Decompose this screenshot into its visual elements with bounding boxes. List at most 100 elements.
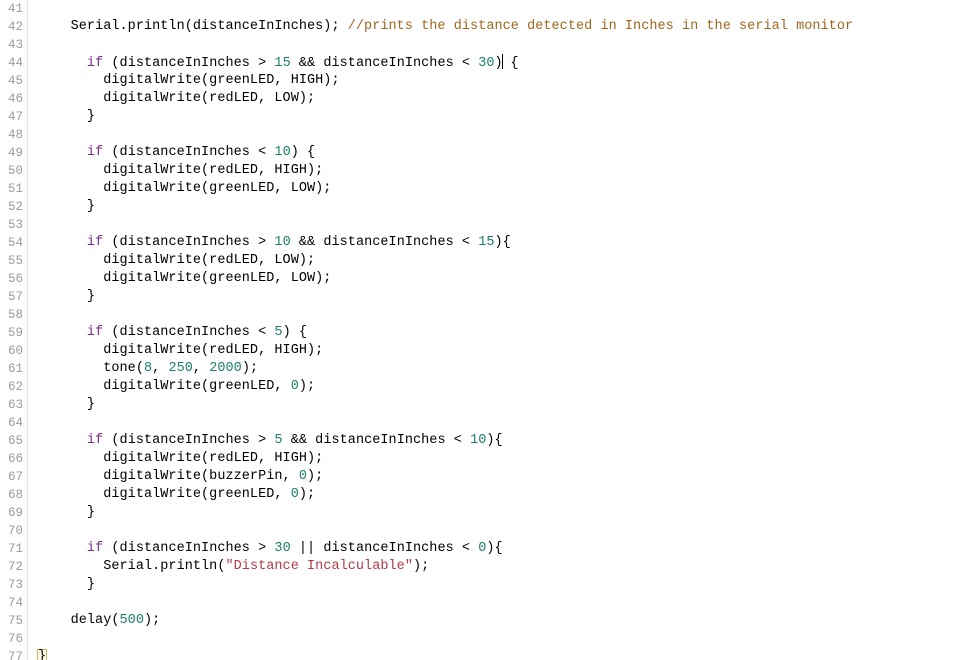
- code-token-keyword: if: [86, 433, 104, 448]
- code-line[interactable]: digitalWrite(greenLED, LOW);: [29, 270, 977, 288]
- code-line[interactable]: if (distanceInInches < 10) {: [29, 144, 977, 162]
- line-number: 41: [7, 2, 23, 16]
- code-token-plain: ,: [152, 361, 169, 376]
- code-token-plain: }: [38, 397, 96, 412]
- line-number: 72: [7, 560, 23, 574]
- code-line[interactable]: delay(500);: [29, 612, 977, 630]
- code-line[interactable]: digitalWrite(greenLED, HIGH);: [29, 72, 977, 90]
- code-token-keyword: if: [86, 541, 104, 556]
- code-token-plain: digitalWrite(redLED, LOW);: [38, 253, 316, 268]
- code-line[interactable]: if (distanceInInches > 15 && distanceInI…: [29, 54, 977, 72]
- line-number: 49: [7, 146, 23, 160]
- line-number: 50: [7, 164, 23, 178]
- line-number: 71: [7, 542, 23, 556]
- code-token-comment: //prints the distance detected in Inches…: [347, 19, 854, 34]
- code-line[interactable]: [29, 522, 977, 540]
- code-token-plain: (distanceInInches >: [103, 541, 275, 556]
- code-token-plain: && distanceInInches <: [282, 433, 471, 448]
- code-line[interactable]: [29, 414, 977, 432]
- code-line[interactable]: [29, 630, 977, 648]
- line-number: 47: [7, 110, 23, 124]
- code-token-plain: && distanceInInches <: [290, 235, 479, 250]
- code-editor[interactable]: 41 42 43 44 45 46 47 48 49 50 51 52 53 54 55 56 57 58 59 60…: [0, 0, 977, 660]
- code-line[interactable]: [29, 594, 977, 612]
- code-token-number: 0: [290, 487, 299, 502]
- code-token-plain: (distanceInInches >: [103, 56, 275, 71]
- line-number: 74: [7, 596, 23, 610]
- code-line[interactable]: tone(8, 250, 2000);: [29, 360, 977, 378]
- code-line[interactable]: [29, 36, 977, 54]
- code-line[interactable]: digitalWrite(buzzerPin, 0);: [29, 468, 977, 486]
- code-line[interactable]: if (distanceInInches > 5 && distanceInIn…: [29, 432, 977, 450]
- line-number-gutter: 41 42 43 44 45 46 47 48 49 50 51 52 53 54 55 56 57 58 59 60…: [0, 0, 28, 660]
- code-line[interactable]: }: [29, 288, 977, 306]
- line-number: 61: [7, 362, 23, 376]
- code-token-plain: );: [143, 613, 161, 628]
- code-token-plain: digitalWrite(greenLED,: [38, 379, 291, 394]
- line-number: 63: [7, 398, 23, 412]
- code-token-number: 500: [119, 613, 144, 628]
- line-number: 46: [7, 92, 23, 106]
- line-number: 75: [7, 614, 23, 628]
- code-token-number: 15: [274, 56, 291, 71]
- code-line[interactable]: }: [29, 576, 977, 594]
- code-line[interactable]: if (distanceInInches > 30 || distanceInI…: [29, 540, 977, 558]
- code-token-plain: digitalWrite(greenLED, LOW);: [38, 181, 332, 196]
- code-line[interactable]: }: [29, 108, 977, 126]
- code-token-number: 10: [470, 433, 487, 448]
- matching-brace-highlight: }: [37, 649, 48, 660]
- code-token-plain: );: [412, 559, 430, 574]
- code-line[interactable]: digitalWrite(redLED, HIGH);: [29, 450, 977, 468]
- line-number: 58: [7, 308, 23, 322]
- line-number: 73: [7, 578, 23, 592]
- code-line[interactable]: digitalWrite(greenLED, 0);: [29, 486, 977, 504]
- code-token-string: "Distance Incalculable": [225, 559, 413, 574]
- code-token-number: 10: [274, 145, 291, 160]
- code-token-plain: tone(: [38, 361, 144, 376]
- code-token-number: 10: [274, 235, 291, 250]
- code-line[interactable]: if (distanceInInches > 10 && distanceInI…: [29, 234, 977, 252]
- code-token-number: 8: [143, 361, 153, 376]
- code-line[interactable]: }: [29, 198, 977, 216]
- line-number: 62: [7, 380, 23, 394]
- code-token-plain: digitalWrite(redLED, HIGH);: [38, 343, 324, 358]
- code-line[interactable]: [29, 216, 977, 234]
- code-token-plain: (distanceInInches >: [103, 433, 275, 448]
- code-line[interactable]: }: [29, 396, 977, 414]
- code-line[interactable]: [29, 0, 977, 18]
- line-number: 76: [7, 632, 23, 646]
- line-number: 67: [7, 470, 23, 484]
- code-line[interactable]: digitalWrite(redLED, HIGH);: [29, 162, 977, 180]
- code-line[interactable]: if (distanceInInches < 5) {: [29, 324, 977, 342]
- code-line[interactable]: digitalWrite(redLED, LOW);: [29, 252, 977, 270]
- code-token-plain: digitalWrite(greenLED, HIGH);: [38, 73, 340, 88]
- line-number: 55: [7, 254, 23, 268]
- line-number: 42: [7, 20, 23, 34]
- code-token-plain: );: [298, 487, 316, 502]
- code-line[interactable]: digitalWrite(greenLED, LOW);: [29, 180, 977, 198]
- line-number: 64: [7, 416, 23, 430]
- code-token-plain: );: [307, 469, 324, 484]
- code-token-plain: ){: [494, 235, 511, 250]
- code-line[interactable]: Serial.println("Distance Incalculable");: [29, 558, 977, 576]
- code-line[interactable]: }: [29, 648, 977, 660]
- code-token-plain: || distanceInInches <: [290, 541, 479, 556]
- code-line[interactable]: [29, 306, 977, 324]
- code-line[interactable]: Serial.println(distanceInInches); //prin…: [29, 18, 977, 36]
- code-line[interactable]: digitalWrite(redLED, LOW);: [29, 90, 977, 108]
- line-number: 45: [7, 74, 23, 88]
- code-token-keyword: if: [86, 56, 104, 71]
- line-number: 53: [7, 218, 23, 232]
- code-line[interactable]: digitalWrite(redLED, HIGH);: [29, 342, 977, 360]
- line-number: 66: [7, 452, 23, 466]
- code-line[interactable]: digitalWrite(greenLED, 0);: [29, 378, 977, 396]
- code-line[interactable]: [29, 126, 977, 144]
- line-number: 51: [7, 182, 23, 196]
- code-token-plain: );: [241, 361, 259, 376]
- code-line[interactable]: }: [29, 504, 977, 522]
- code-content-area[interactable]: Serial.println(distanceInInches); //prin…: [29, 0, 977, 660]
